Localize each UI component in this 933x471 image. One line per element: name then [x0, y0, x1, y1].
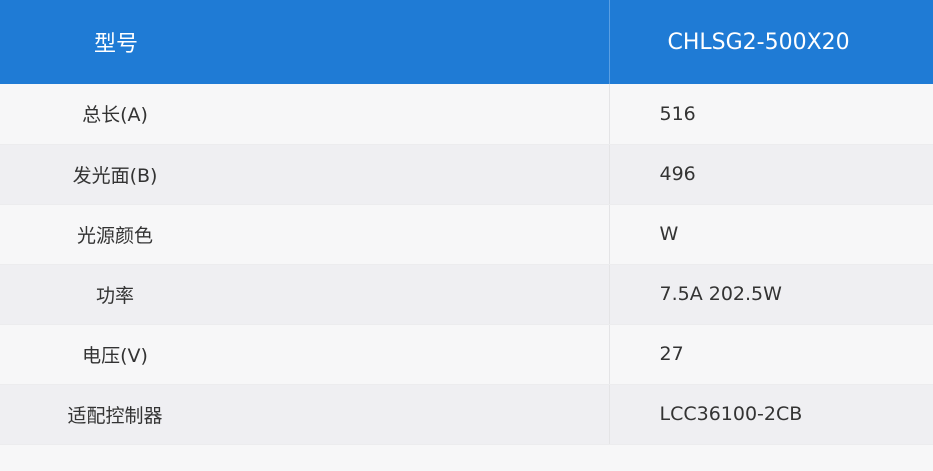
- row-label: 发光面(B): [72, 164, 158, 187]
- table-row: 适配控制器 LCC36100-2CB: [0, 384, 933, 445]
- row-label: 总长(A): [82, 104, 148, 127]
- row-label: 适配控制器: [67, 404, 163, 427]
- row-label-cell: 光源颜色: [0, 204, 610, 265]
- table-row: 总长(A) 516: [0, 84, 933, 145]
- row-label-cell: 总长(A): [0, 84, 610, 145]
- header-model-label: 型号: [0, 0, 610, 84]
- table-row: 发光面(B) 496: [0, 144, 933, 205]
- table-row: 电压(V) 27: [0, 324, 933, 385]
- row-value: 27: [609, 324, 933, 385]
- row-value: 496: [609, 144, 933, 205]
- row-label: 电压(V): [82, 344, 148, 367]
- row-label-cell: 发光面(B): [0, 144, 610, 205]
- row-value: 7.5A 202.5W: [609, 264, 933, 325]
- spec-table: 型号 CHLSG2-500X20 总长(A) 516 发光面(B) 496 光源…: [0, 0, 933, 445]
- table-row: 功率 7.5A 202.5W: [0, 264, 933, 325]
- row-value: W: [609, 204, 933, 265]
- header-model-value: CHLSG2-500X20: [609, 0, 933, 84]
- table-header-row: 型号 CHLSG2-500X20: [0, 0, 933, 84]
- row-label-cell: 功率: [0, 264, 610, 325]
- row-label: 功率: [95, 284, 134, 307]
- row-label-cell: 电压(V): [0, 324, 610, 385]
- row-value: LCC36100-2CB: [609, 384, 933, 445]
- row-label-cell: 适配控制器: [0, 384, 610, 445]
- row-label: 光源颜色: [76, 224, 153, 247]
- row-value: 516: [609, 84, 933, 145]
- table-row: 光源颜色 W: [0, 204, 933, 265]
